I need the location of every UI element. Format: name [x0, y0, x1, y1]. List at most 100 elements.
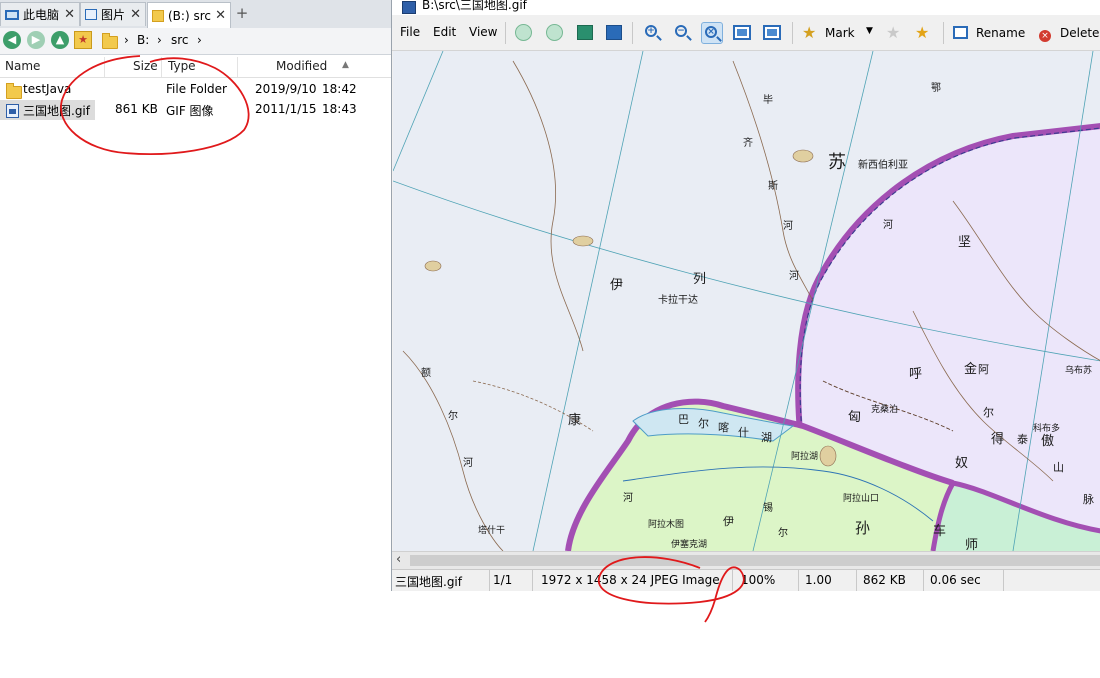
previous-icon: [515, 24, 532, 41]
map-label: 尔: [778, 526, 788, 539]
map-label: 伊: [723, 515, 734, 528]
map-label: 乌布苏: [1065, 364, 1092, 376]
up-icon[interactable]: ▲: [51, 31, 69, 49]
breadcrumb-separator-icon: ›: [157, 33, 162, 47]
address-bar: ◀ ▶ ▲ ★ › B: › src ›: [0, 28, 392, 55]
breadcrumb-drive[interactable]: B:: [137, 33, 149, 47]
map-label: 河: [463, 457, 473, 469]
list-item[interactable]: testJava File Folder 2019/9/10 18:42: [0, 80, 390, 100]
rename-button[interactable]: [950, 22, 972, 44]
delete-label[interactable]: Delete: [1060, 26, 1099, 40]
map-label: 克桑泊: [871, 404, 898, 415]
last-page-button[interactable]: [603, 22, 625, 44]
scrollbar-thumb[interactable]: [410, 555, 1100, 566]
status-ratio: 1.00: [799, 570, 857, 591]
zoom-in-button[interactable]: +: [642, 22, 664, 44]
tab-label: 图片: [101, 8, 126, 22]
map-label: 金: [964, 361, 977, 377]
column-type[interactable]: Type: [168, 59, 196, 73]
back-icon[interactable]: ◀: [3, 31, 21, 49]
status-size-text: 862 KB: [863, 573, 906, 587]
zoom-fit-button[interactable]: ×: [701, 22, 723, 44]
tab-src[interactable]: (B:) src ✕: [147, 2, 231, 28]
map-label: 尔: [448, 409, 458, 422]
rename-label[interactable]: Rename: [976, 26, 1025, 40]
column-header: Name Size Type Modified ▲: [0, 57, 392, 78]
map-label: 尔: [698, 417, 709, 430]
map-label: 尔: [983, 406, 994, 419]
status-zoom-text: 100%: [741, 573, 776, 587]
delete-button[interactable]: ×: [1034, 22, 1056, 44]
close-icon[interactable]: ✕: [130, 7, 141, 22]
column-divider[interactable]: [161, 57, 162, 77]
map-label: 列: [693, 272, 706, 287]
menu-edit[interactable]: Edit: [433, 25, 456, 39]
scroll-left-icon[interactable]: ‹: [396, 552, 401, 567]
close-icon[interactable]: ✕: [64, 7, 75, 22]
map-label: 河: [783, 220, 793, 232]
column-name[interactable]: Name: [5, 59, 40, 73]
tab-pictures[interactable]: 图片 ✕: [80, 2, 146, 26]
zoom-out-button[interactable]: −: [672, 22, 694, 44]
map-image[interactable]: 苏 新西伯利亚 坚 伊 列 卡拉干达 呼 金 阿 乌布苏 克桑泊 匈 尔 科布多…: [393, 51, 1100, 551]
list-item[interactable]: 三国地图.gif 861 KB GIF 图像 2011/1/15 18:43: [0, 100, 390, 120]
tab-bar: 此电脑 ✕ 图片 ✕ (B:) src ✕ +: [0, 0, 392, 29]
tab-label: (B:) src: [168, 8, 211, 23]
favorites-button[interactable]: ★: [913, 22, 935, 44]
full-screen-icon: [733, 25, 751, 40]
menu-view[interactable]: View: [469, 25, 497, 39]
map-label: 新西伯利亚: [858, 158, 908, 171]
breadcrumb-separator-icon: ›: [197, 33, 202, 47]
image-viewer-window: B:\src\三国地图.gif File Edit View + − × ★ M…: [391, 0, 1100, 591]
chevron-down-icon[interactable]: ▼: [866, 26, 873, 36]
map-label: 阿拉木图: [648, 518, 684, 530]
zoom-fit-icon: ×: [705, 26, 717, 38]
favorites-icon[interactable]: ★: [74, 31, 92, 49]
previous-image-button[interactable]: [513, 22, 535, 44]
column-divider[interactable]: [104, 57, 105, 77]
status-time-text: 0.06 sec: [930, 573, 981, 587]
map-label: 什: [738, 426, 749, 439]
toolbar-separator: [792, 22, 793, 44]
file-size: 861 KB: [115, 102, 158, 116]
full-screen-button[interactable]: [731, 22, 753, 44]
map-label: 康: [568, 412, 581, 428]
map-label: 卡拉干达: [658, 293, 698, 306]
map-label: 孙: [855, 519, 870, 537]
mark-label[interactable]: Mark: [825, 26, 855, 40]
menu-file[interactable]: File: [400, 25, 420, 39]
file-time: 18:43: [322, 102, 357, 116]
column-modified[interactable]: Modified: [276, 59, 327, 73]
map-label: 苏: [828, 152, 846, 173]
status-bar: 三国地图.gif 1/1 1972 x 1458 x 24 JPEG Image…: [392, 569, 1100, 591]
viewer-title: B:\src\三国地图.gif: [422, 0, 527, 12]
star-icon: ★: [915, 23, 930, 42]
tab-this-pc[interactable]: 此电脑 ✕: [0, 2, 80, 26]
fit-window-button[interactable]: [761, 22, 783, 44]
status-ratio-text: 1.00: [805, 573, 832, 587]
rename-icon: [953, 26, 968, 39]
status-index: 1/1: [490, 570, 533, 591]
horizontal-scrollbar[interactable]: ‹: [392, 551, 1100, 569]
map-label: 巴: [678, 413, 689, 426]
map-label: 齐: [743, 136, 753, 149]
status-zoom: 100%: [733, 570, 799, 591]
map-label: 鄂: [931, 82, 941, 94]
file-name: 三国地图.gif: [23, 104, 90, 118]
add-mark-button[interactable]: ★: [884, 22, 906, 44]
map-label: 科布多: [1033, 422, 1060, 434]
close-icon[interactable]: ✕: [215, 8, 226, 23]
breadcrumb-src[interactable]: src: [171, 33, 189, 47]
map-label: 坚: [958, 235, 971, 250]
forward-icon[interactable]: ▶: [27, 31, 45, 49]
mark-button[interactable]: ★: [800, 22, 822, 44]
map-label: 河: [789, 270, 799, 282]
map-label: 得: [991, 431, 1004, 447]
column-divider[interactable]: [237, 57, 238, 77]
next-image-button[interactable]: [544, 22, 566, 44]
new-tab-button[interactable]: +: [234, 4, 250, 22]
map-label: 呼: [909, 367, 922, 382]
image-file-icon: [6, 104, 19, 118]
column-size[interactable]: Size: [133, 59, 158, 73]
first-page-button[interactable]: [574, 22, 596, 44]
